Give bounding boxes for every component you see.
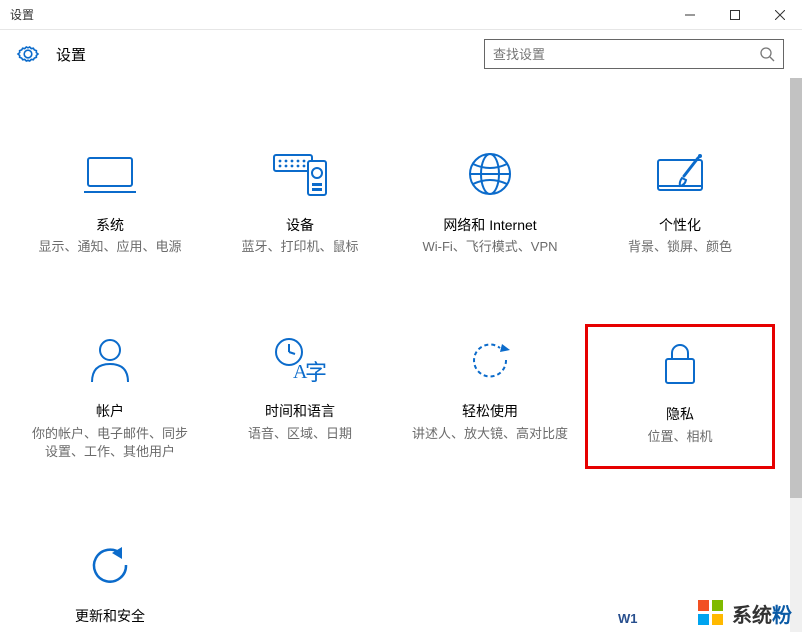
tile-update-security[interactable]: 更新和安全	[15, 529, 205, 632]
maximize-button[interactable]	[712, 0, 757, 30]
minimize-button[interactable]	[667, 0, 712, 30]
tile-desc: 蓝牙、打印机、鼠标	[233, 238, 366, 256]
tile-desc: 讲述人、放大镜、高对比度	[404, 425, 576, 443]
tile-desc: 语音、区域、日期	[240, 425, 360, 443]
tile-title: 更新和安全	[75, 607, 145, 625]
vertical-scrollbar[interactable]	[790, 78, 802, 632]
watermark-logo-icon	[696, 598, 726, 628]
tile-time-language[interactable]: A 字 时间和语言 语音、区域、日期	[205, 324, 395, 469]
ease-of-access-icon	[462, 332, 518, 388]
tile-desc: 你的帐户、电子邮件、同步设置、工作、其他用户	[19, 425, 201, 461]
tile-title: 帐户	[96, 402, 124, 420]
close-icon	[775, 10, 785, 20]
tile-title: 隐私	[666, 405, 694, 423]
header: 设置	[0, 30, 802, 78]
time-language-icon: A 字	[272, 332, 328, 388]
maximize-icon	[730, 10, 740, 20]
tile-accounts[interactable]: 帐户 你的帐户、电子邮件、同步设置、工作、其他用户	[15, 324, 205, 469]
globe-icon	[462, 146, 518, 202]
page-title: 设置	[56, 44, 86, 65]
watermark: 系统粉	[696, 598, 792, 628]
tile-title: 个性化	[659, 216, 701, 234]
search-icon	[759, 46, 775, 62]
tile-system[interactable]: 系统 显示、通知、应用、电源	[15, 138, 205, 264]
tile-network[interactable]: 网络和 Internet Wi-Fi、飞行模式、VPN	[395, 138, 585, 264]
close-button[interactable]	[757, 0, 802, 30]
gear-icon	[16, 42, 40, 66]
search-input[interactable]	[493, 47, 759, 62]
settings-gear-button[interactable]	[12, 38, 44, 70]
lock-icon	[652, 335, 708, 391]
tile-privacy[interactable]: 隐私 位置、相机	[585, 324, 775, 469]
scrollbar-thumb[interactable]	[790, 78, 802, 498]
tile-desc: 位置、相机	[639, 428, 720, 446]
tile-title: 轻松使用	[462, 402, 518, 420]
tile-desc: 背景、锁屏、颜色	[620, 238, 740, 256]
tile-title: 时间和语言	[265, 402, 335, 420]
search-box[interactable]	[484, 39, 784, 69]
tile-desc: Wi-Fi、飞行模式、VPN	[414, 238, 565, 256]
tile-title: 设备	[286, 216, 314, 234]
titlebar: 设置	[0, 0, 802, 30]
tile-desc: 显示、通知、应用、电源	[30, 238, 189, 256]
tile-personalization[interactable]: 个性化 背景、锁屏、颜色	[585, 138, 775, 264]
system-icon	[82, 146, 138, 202]
tile-title: 网络和 Internet	[443, 216, 536, 234]
devices-icon	[272, 146, 328, 202]
content-area: 系统 显示、通知、应用、电源 设备 蓝牙、打印机、鼠标	[0, 78, 790, 632]
account-icon	[82, 332, 138, 388]
watermark-text: 系统粉	[732, 599, 792, 628]
window-title: 设置	[10, 6, 667, 23]
tile-devices[interactable]: 设备 蓝牙、打印机、鼠标	[205, 138, 395, 264]
tile-title: 系统	[96, 216, 124, 234]
personalization-icon	[652, 146, 708, 202]
watermark-extra: W1	[618, 611, 638, 626]
minimize-icon	[685, 10, 695, 20]
tile-ease-of-access[interactable]: 轻松使用 讲述人、放大镜、高对比度	[395, 324, 585, 469]
update-icon	[82, 537, 138, 593]
svg-text:字: 字	[305, 360, 327, 384]
settings-grid: 系统 显示、通知、应用、电源 设备 蓝牙、打印机、鼠标	[0, 78, 790, 632]
